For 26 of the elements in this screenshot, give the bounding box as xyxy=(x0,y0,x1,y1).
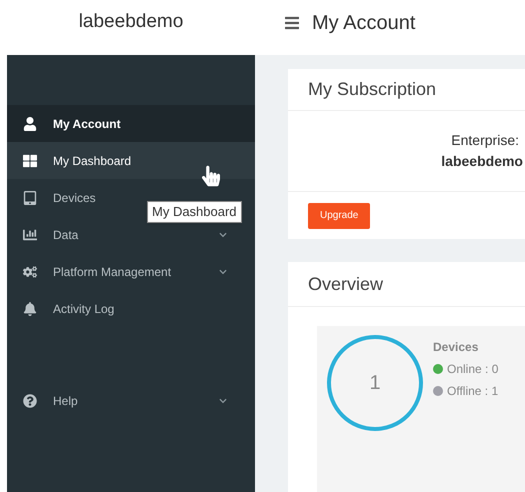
sidebar-item[interactable]: My Dashboard xyxy=(7,142,255,179)
legend-title: Devices xyxy=(433,339,480,356)
tablet-icon xyxy=(23,190,37,204)
grid-icon xyxy=(23,154,37,168)
bar-chart-icon xyxy=(23,228,37,242)
card-title: My Subscription xyxy=(308,78,436,101)
bell-icon xyxy=(23,302,37,316)
page-title: My Account xyxy=(312,10,416,36)
plan-name: labeebdemo xyxy=(441,152,523,171)
legend-label: Offline : 1 xyxy=(447,383,498,400)
tooltip: My Dashboard xyxy=(147,201,242,222)
hand-cursor-icon xyxy=(202,165,220,187)
menu-icon[interactable] xyxy=(284,14,300,30)
sidebar-item[interactable]: Devices xyxy=(7,179,104,216)
gears-icon xyxy=(23,264,37,278)
plan-label: Enterprise: xyxy=(451,131,519,150)
user-icon xyxy=(23,116,37,130)
sidebar-item[interactable]: Activity Log xyxy=(7,290,122,327)
sidebar-item[interactable]: Help xyxy=(7,382,255,419)
help-icon xyxy=(23,394,37,408)
brand-name: labeebdemo xyxy=(78,10,184,34)
legend-label: Online : 0 xyxy=(447,361,498,378)
device-count: 1 xyxy=(369,371,381,396)
sidebar-item[interactable]: My Account xyxy=(7,105,255,142)
card-title: Overview xyxy=(308,272,384,296)
sidebar-item[interactable]: Platform Management xyxy=(7,253,255,290)
